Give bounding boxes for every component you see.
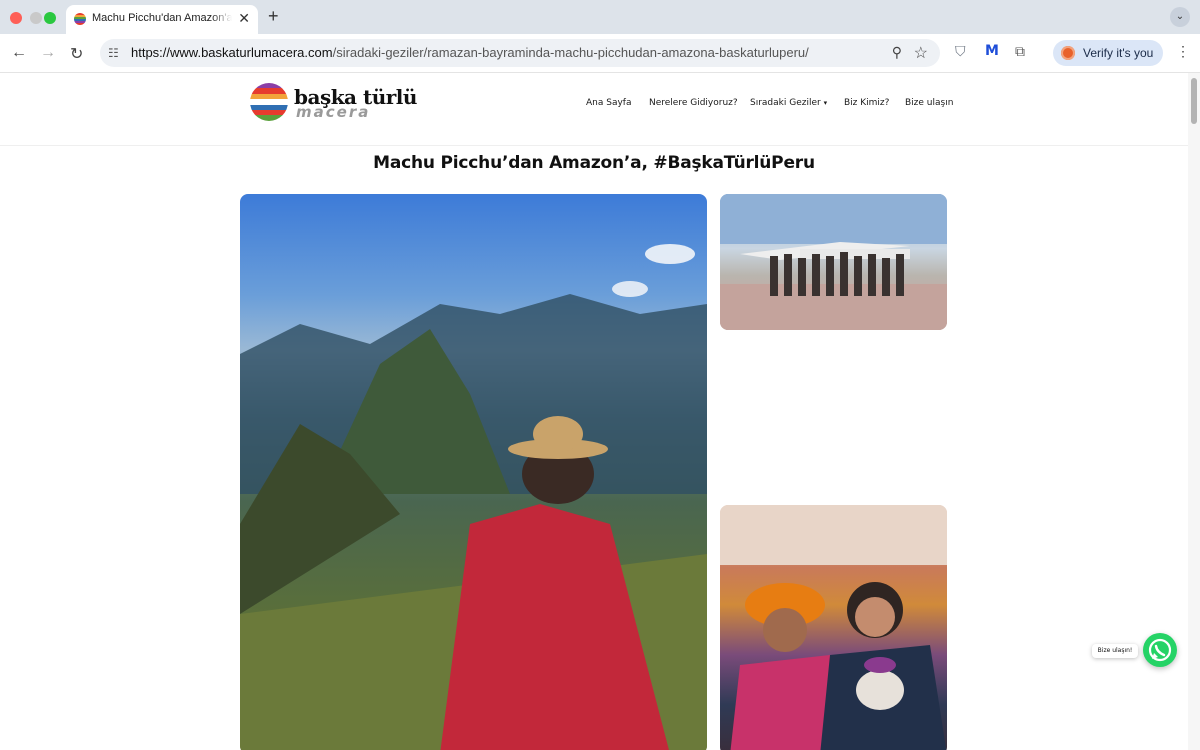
- back-arrow-icon[interactable]: ←: [11, 44, 27, 62]
- whatsapp-tooltip[interactable]: Bize ulaşın!: [1092, 644, 1138, 658]
- machu-picchu-photo[interactable]: [240, 194, 707, 750]
- verify-label: Verify it's you: [1083, 46, 1154, 60]
- tab-title: Machu Picchu'dan Amazon'a, #BaşkaTürlüPe…: [92, 12, 232, 24]
- address-bar[interactable]: ☷ https://www.baskaturlumacera.com/sirad…: [100, 39, 940, 67]
- url-text[interactable]: https://www.baskaturlumacera.com/siradak…: [131, 45, 809, 60]
- logo-subtext[interactable]: macera: [296, 103, 370, 121]
- site-header: başka türlü macera Ana Sayfa Nerelere Gi…: [0, 73, 1188, 146]
- market-llama-illustration: [720, 505, 947, 750]
- maximize-window-button[interactable]: [44, 12, 56, 24]
- machu-picchu-illustration: [240, 244, 707, 750]
- nav-biz-kimiz[interactable]: Biz Kimiz?: [844, 98, 889, 108]
- close-tab-icon[interactable]: ✕: [238, 10, 250, 27]
- extensions-puzzle-icon[interactable]: ⧉: [1015, 43, 1025, 60]
- nav-siradaki-geziler[interactable]: Sıradaki Geziler ▾: [750, 98, 827, 108]
- nav-nerelere-gidiyoruz[interactable]: Nerelere Gidiyoruz?: [649, 98, 738, 108]
- close-window-button[interactable]: [10, 12, 22, 24]
- site-favicon-icon: [74, 13, 86, 25]
- site-settings-icon[interactable]: ☷: [108, 46, 119, 60]
- market-llama-photo[interactable]: [720, 505, 947, 750]
- web-page: başka türlü macera Ana Sayfa Nerelere Gi…: [0, 73, 1188, 750]
- nav-ana-sayfa[interactable]: Ana Sayfa: [586, 98, 631, 108]
- group-plane-photo[interactable]: [720, 194, 947, 330]
- profile-avatar-icon: [1061, 46, 1075, 60]
- browser-tab-bar: Machu Picchu'dan Amazon'a, #BaşkaTürlüPe…: [0, 0, 1200, 34]
- chevron-down-icon: ▾: [823, 99, 828, 107]
- scrollbar-track[interactable]: [1188, 73, 1200, 750]
- forward-arrow-icon[interactable]: →: [40, 44, 56, 62]
- shield-extension-icon[interactable]: ⛉: [955, 43, 966, 60]
- browser-tab[interactable]: Machu Picchu'dan Amazon'a, #BaşkaTürlüPe…: [66, 5, 258, 34]
- url-path: /siradaki-geziler/ramazan-bayraminda-mac…: [332, 45, 809, 60]
- url-host: https://www.baskaturlumacera.com: [131, 45, 333, 60]
- whatsapp-icon: [1148, 638, 1172, 662]
- minimize-window-button[interactable]: [30, 12, 42, 24]
- verify-profile-button[interactable]: Verify it's you: [1053, 40, 1163, 66]
- nav-bize-ulasin[interactable]: Bize ulaşın: [905, 98, 953, 108]
- scrollbar-thumb[interactable]: [1191, 78, 1197, 124]
- logo-icon[interactable]: [250, 83, 288, 121]
- bookmark-star-icon[interactable]: ☆: [914, 43, 928, 63]
- nav-siradaki-geziler-label: Sıradaki Geziler: [750, 98, 821, 108]
- malwarebytes-extension-icon[interactable]: M: [985, 43, 999, 59]
- page-title: Machu Picchu’dan Amazon’a, #BaşkaTürlüPe…: [373, 153, 815, 173]
- group-plane-illustration: [720, 194, 947, 330]
- zoom-icon[interactable]: ⚲: [892, 44, 902, 61]
- browser-menu-icon[interactable]: ⋮: [1176, 43, 1190, 60]
- tab-search-chevron-icon[interactable]: ⌄: [1170, 7, 1190, 27]
- reload-icon[interactable]: ↻: [70, 44, 83, 64]
- whatsapp-button[interactable]: [1143, 633, 1177, 667]
- new-tab-icon[interactable]: +: [268, 6, 279, 27]
